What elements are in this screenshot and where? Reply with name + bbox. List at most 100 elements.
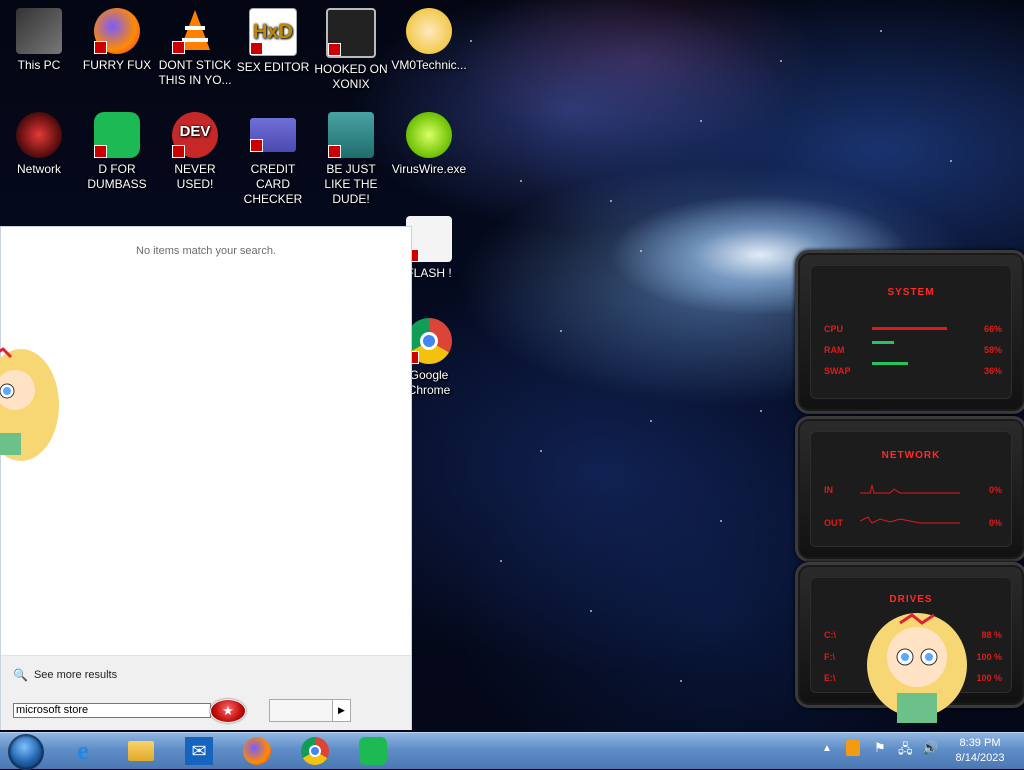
cartoon-girl-sticker [862, 605, 972, 735]
firefox-icon [94, 8, 140, 54]
drive-f-value: 100 % [976, 652, 1002, 662]
limewire-icon [406, 112, 452, 158]
ram-usage-bar [872, 341, 894, 344]
drive-c-value: 88 % [981, 630, 1002, 640]
cpu-usage-bar [872, 327, 947, 330]
tray-app-icon[interactable] [846, 740, 860, 756]
taskbar-clock[interactable]: 8:39 PM 8/14/2023 [950, 736, 1010, 766]
start-menu-bottom-bar: 🔍 See more results microsoft store ★ ▶ [1, 655, 411, 730]
cartoon-girl-sticker [0, 345, 61, 470]
swap-value: 36% [983, 366, 1002, 376]
desktop-icon-label: This PC [17, 58, 61, 72]
flash-icon [406, 216, 452, 262]
swap-usage-bar [872, 362, 908, 365]
xonix-icon [326, 8, 376, 58]
cartoon-girl-icon [406, 8, 452, 54]
desktop-icon-network[interactable]: Network [0, 112, 78, 177]
search-results-icon: 🔍 [13, 668, 28, 682]
network-in-label: IN [824, 485, 833, 495]
desktop-icon-label: FURRY FUX [82, 58, 152, 72]
system-gadget[interactable]: SYSTEM CPU 66% RAM 58% SWAP 36% [795, 250, 1024, 414]
this-pc-icon [16, 8, 62, 54]
file-explorer-icon [128, 741, 154, 761]
desktop-icon-vm0technic[interactable]: VM0Technic... [390, 8, 468, 73]
desktop-icon-label: BE JUST LIKE THE DUDE! [324, 162, 378, 206]
network-in-value: 0% [988, 485, 1002, 495]
desktop-icon-d-for-dumbass[interactable]: D FOR DUMBASS [78, 112, 156, 192]
mail-icon: ✉ [185, 737, 213, 765]
ram-value: 58% [983, 345, 1002, 355]
desktop-icon-label: VirusWire.exe [391, 162, 467, 176]
credit-card-icon [250, 118, 296, 152]
ram-label: RAM [824, 345, 845, 355]
cpu-value: 66% [983, 324, 1002, 334]
clock-date: 8/14/2023 [955, 752, 1005, 764]
santa-icon [328, 112, 374, 158]
network-gadget-title: NETWORK [881, 450, 941, 461]
search-button[interactable]: ★ [210, 699, 246, 723]
start-menu-panel: No items match your search. 🔍 See more r… [0, 226, 412, 730]
spotify-icon [94, 112, 140, 158]
desktop-icon-label: Network [16, 162, 61, 176]
drive-c-label: C:\ [824, 630, 836, 640]
desktop-icon-dont-stick[interactable]: DONT STICK THIS IN YO... [156, 8, 234, 88]
network-icon [16, 112, 62, 158]
start-search-input[interactable]: microsoft store [13, 703, 211, 718]
desktop-icon-this-pc[interactable]: This PC [0, 8, 78, 73]
desktop-icon-credit-card-checker[interactable]: CREDIT CARD CHECKER [234, 112, 312, 207]
drive-e-label: E:\ [824, 673, 836, 683]
taskbar-file-explorer[interactable] [126, 736, 156, 766]
swap-row: SWAP 36% [824, 366, 1002, 376]
desktop-icon-label: VM0Technic... [391, 58, 467, 72]
no-results-message: No items match your search. [136, 245, 276, 257]
desktop-icon-label: D FOR DUMBASS [87, 162, 147, 191]
desktop-icon-be-just-like-the-dude[interactable]: BE JUST LIKE THE DUDE! [312, 112, 390, 207]
shutdown-options-button[interactable]: ▶ [332, 699, 351, 722]
vlc-cone-icon [172, 8, 218, 54]
network-out-value: 0% [988, 518, 1002, 528]
star-icon: ★ [222, 703, 234, 718]
taskbar: e ✉ ▲ ⚑ 🖧 🔊 8:39 PM 8/14/2023 [0, 732, 1024, 770]
arrow-right-icon: ▶ [338, 705, 345, 715]
swap-label: SWAP [824, 366, 851, 376]
start-button[interactable] [8, 734, 44, 770]
show-hidden-icons-button[interactable]: ▲ [822, 743, 832, 754]
desktop-icon-hooked-on-xonix[interactable]: HOOKED ON XONIX [312, 8, 390, 92]
drive-f-label: F:\ [824, 652, 835, 662]
action-center-flag-icon[interactable]: ⚑ [874, 740, 886, 756]
desktop-icon-never-used[interactable]: DEV NEVER USED! [156, 112, 234, 192]
network-graph [860, 484, 960, 524]
hxd-icon: HxD [249, 8, 297, 56]
desktop-icon-viruswire[interactable]: VirusWire.exe [390, 112, 468, 177]
ram-row: RAM 58% [824, 345, 1002, 355]
devcpp-icon: DEV [172, 112, 218, 158]
desktop-icon-label: HOOKED ON XONIX [314, 62, 388, 91]
taskbar-spotify[interactable] [358, 736, 388, 766]
internet-explorer-icon: e [77, 736, 89, 765]
shutdown-button[interactable] [269, 699, 333, 722]
cpu-label: CPU [824, 324, 844, 334]
chrome-icon [406, 318, 452, 364]
drives-gadget-title: DRIVES [889, 594, 933, 605]
desktop-icon-label: NEVER USED! [174, 162, 216, 191]
network-gadget[interactable]: NETWORK IN 0% OUT 0% [795, 416, 1024, 562]
clock-time: 8:39 PM [959, 737, 1001, 749]
drive-e-value: 100 % [976, 673, 1002, 683]
desktop-icon-sex-editor[interactable]: HxD SEX EDITOR [234, 8, 312, 75]
see-more-results-link[interactable]: 🔍 See more results [13, 668, 117, 682]
taskbar-internet-explorer[interactable]: e [68, 736, 98, 766]
taskbar-chrome[interactable] [300, 736, 330, 766]
desktop-icon-label: CREDIT CARD CHECKER [243, 162, 303, 206]
volume-icon[interactable]: 🔊 [922, 740, 938, 756]
chrome-icon [301, 737, 329, 765]
desktop-icon-label: DONT STICK THIS IN YO... [158, 58, 232, 87]
desktop-icon-furry-fux[interactable]: FURRY FUX [78, 8, 156, 73]
see-more-results-label: See more results [33, 669, 118, 681]
spotify-icon [359, 737, 387, 765]
taskbar-firefox[interactable] [242, 736, 272, 766]
network-tray-icon[interactable]: 🖧 [898, 740, 913, 762]
firefox-icon [243, 737, 271, 765]
network-out-label: OUT [824, 518, 843, 528]
drives-gadget[interactable]: DRIVES C:\ 88 % F:\ 100 % E:\ 100 % [795, 562, 1024, 723]
taskbar-mail[interactable]: ✉ [184, 736, 214, 766]
